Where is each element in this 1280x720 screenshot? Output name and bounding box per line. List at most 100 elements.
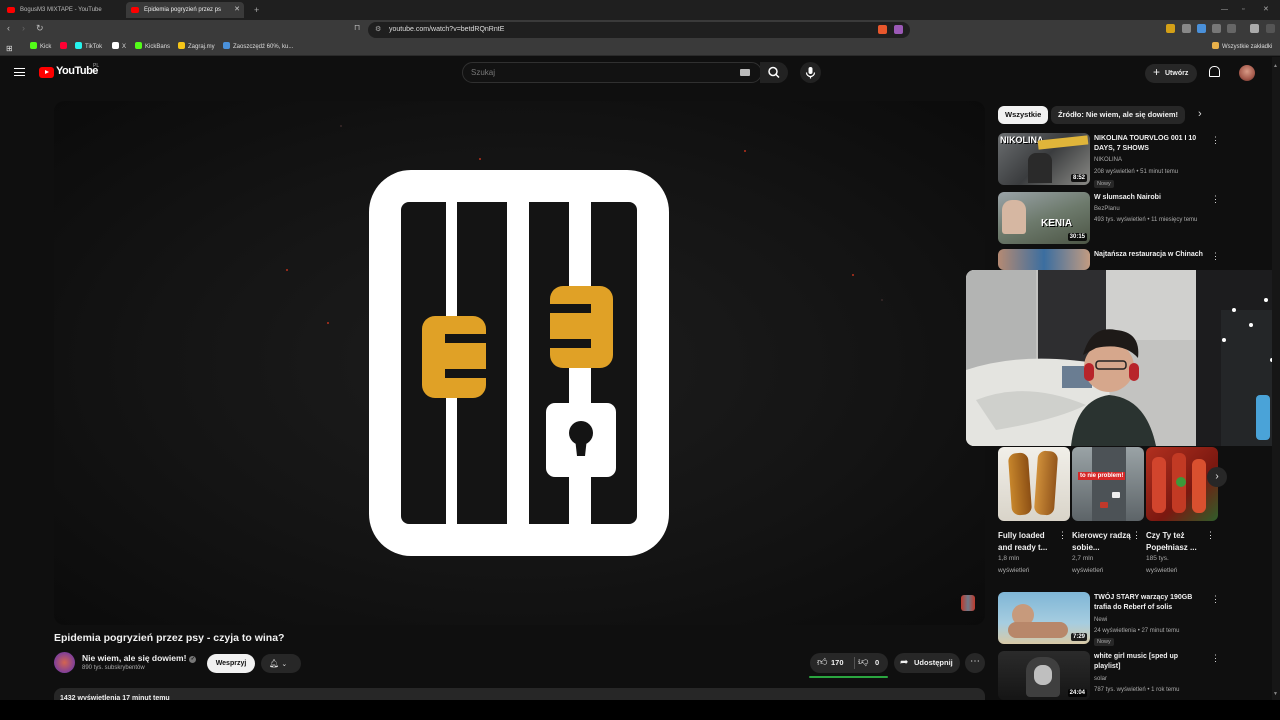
kick-icon — [30, 42, 37, 49]
extension-icon[interactable] — [1182, 24, 1191, 33]
back-icon[interactable]: ‹ — [7, 23, 10, 33]
video-thumbnail[interactable]: 7:29 — [998, 592, 1090, 644]
brave-shield-icon[interactable] — [878, 25, 887, 34]
ember-particle — [479, 158, 481, 160]
short-thumbnail[interactable] — [1146, 447, 1218, 521]
like-divider — [854, 657, 855, 669]
video-thumbnail[interactable]: 24:04 — [998, 651, 1090, 700]
like-count[interactable]: 170 — [831, 658, 844, 667]
scroll-down-icon[interactable]: ▼ — [1273, 691, 1278, 697]
extension-icon[interactable] — [1197, 24, 1206, 33]
recommended-video[interactable]: KENIA 30:15 W slumsach Nairobi BezPlanu … — [998, 192, 1220, 248]
more-options-icon[interactable]: ⋮ — [1058, 530, 1067, 541]
channel-name[interactable]: Newi — [1094, 617, 1107, 623]
new-badge: Nowy — [1094, 180, 1114, 188]
dislike-count[interactable]: 0 — [875, 658, 879, 667]
bookmark-tiktok[interactable]: TikTok — [75, 40, 102, 54]
short-card[interactable]: to nie problem! Kierowcy radzą sobie... … — [1072, 447, 1144, 574]
more-options-icon[interactable]: ⋮ — [1211, 653, 1220, 664]
more-actions-button[interactable]: ⋯ — [965, 653, 985, 673]
notifications-bell-icon[interactable] — [1209, 66, 1220, 77]
more-options-icon[interactable]: ⋮ — [1206, 530, 1215, 541]
brave-rewards-icon[interactable] — [894, 25, 903, 34]
short-views: 185 tys. wyświetleń — [1146, 553, 1177, 577]
sidebar-icon[interactable] — [1227, 24, 1236, 33]
page-scrollbar[interactable] — [1272, 57, 1280, 700]
bookmark-icon[interactable]: ⊓ — [354, 23, 360, 32]
bookmark-zagraj[interactable]: Zagraj.my — [178, 40, 215, 54]
like-dislike-group: 👍︎ 170 👍︎ 0 — [810, 653, 888, 673]
video-title: W slumsach Nairobi — [1094, 194, 1161, 201]
recommended-video[interactable]: 24:04 white girl music [sped up playlist… — [998, 651, 1220, 700]
more-options-icon[interactable]: ⋮ — [1211, 251, 1220, 262]
close-tab-icon[interactable]: ✕ — [234, 2, 240, 18]
minimize-icon[interactable]: — — [1221, 0, 1228, 20]
recommended-video[interactable]: Najtańsza restauracja w Chinach ⋮ — [998, 249, 1220, 271]
search-input[interactable]: Szukaj — [462, 62, 762, 83]
voice-search-button[interactable] — [800, 62, 821, 83]
reload-icon[interactable]: ↻ — [36, 23, 44, 34]
thumbnail-face — [1002, 200, 1026, 234]
apps-icon[interactable]: ⊞ — [6, 42, 13, 56]
ember-particle — [327, 322, 329, 324]
channel-name[interactable]: NIKOLINA — [1094, 157, 1122, 163]
channel-name[interactable]: BezPlanu — [1094, 206, 1120, 212]
bookmark-kick[interactable]: Kick — [30, 40, 51, 54]
video-thumbnail[interactable]: NIKOLINA 8:52 — [998, 133, 1090, 185]
extensions-puzzle-icon[interactable] — [1212, 24, 1221, 33]
short-thumbnail[interactable] — [998, 447, 1070, 521]
more-options-icon[interactable]: ⋮ — [1211, 135, 1220, 146]
more-options-icon[interactable]: ⋮ — [1132, 530, 1141, 541]
chip-source[interactable]: Źródło: Nie wiem, ale się dowiem! — [1051, 106, 1186, 124]
more-options-icon[interactable]: ⋮ — [1211, 594, 1220, 605]
bookmark-x[interactable]: X — [112, 40, 126, 54]
youtube-logo-icon[interactable] — [39, 67, 54, 78]
recommended-video[interactable]: NIKOLINA 8:52 NIKOLINA TOURVLOG 001 I 10… — [998, 133, 1220, 189]
close-window-icon[interactable]: ✕ — [1263, 0, 1269, 20]
browser-tab-active[interactable]: Epidemia pogryzień przez ps ✕ — [126, 2, 244, 18]
channel-name[interactable]: Nie wiem, ale się dowiem! — [82, 653, 196, 663]
extension-icon[interactable] — [1166, 24, 1175, 33]
short-card[interactable]: Czy Ty też Popełniasz ... ⋮ 185 tys. wyśw… — [1146, 447, 1218, 574]
video-player[interactable] — [54, 101, 985, 625]
all-bookmarks-folder[interactable]: Wszystkie zakładki — [1212, 40, 1272, 54]
thumbs-up-icon[interactable]: 👍︎ — [817, 656, 827, 668]
maximize-icon[interactable]: ▫ — [1242, 0, 1244, 20]
bookmark-promo[interactable]: Zaoszczędź 60%, ku... — [223, 40, 293, 54]
user-avatar[interactable] — [1239, 65, 1255, 81]
support-button[interactable]: Wesprzyj — [207, 654, 255, 673]
site-info-icon[interactable]: ⚙ — [375, 22, 381, 38]
chevron-down-icon: ⌄ — [281, 661, 288, 668]
forward-icon[interactable]: › — [22, 23, 25, 33]
hamburger-menu-icon[interactable] — [14, 68, 25, 76]
keyboard-icon[interactable] — [740, 69, 750, 76]
bookmark-youtube[interactable] — [60, 40, 70, 54]
video-thumbnail[interactable] — [998, 249, 1090, 270]
chevron-right-icon[interactable]: › — [1198, 108, 1202, 120]
ember-particle — [744, 150, 746, 152]
menu-icon[interactable] — [1266, 24, 1275, 33]
video-thumbnail[interactable]: KENIA 30:15 — [998, 192, 1090, 244]
scroll-up-icon[interactable]: ▲ — [1273, 63, 1278, 69]
channel-name[interactable]: solar — [1094, 676, 1107, 682]
thumbs-down-icon[interactable]: 👍︎ — [858, 656, 868, 668]
address-bar[interactable]: ⚙ youtube.com/watch?v=betdRQnRntE — [368, 22, 910, 38]
bookmark-kickbans[interactable]: KickBans — [135, 40, 170, 54]
short-views: 2,7 mln wyświetleń — [1072, 553, 1103, 577]
share-button[interactable]: Udostępnij — [894, 653, 960, 673]
more-options-icon[interactable]: ⋮ — [1211, 194, 1220, 205]
channel-avatar[interactable] — [54, 652, 75, 673]
browser-tab[interactable]: BogusM3 MIXTAPE - YouTube — [2, 2, 120, 18]
channel-watermark[interactable] — [961, 595, 975, 611]
recommended-video[interactable]: 7:29 TWÓJ STARY warzący 190GB trafia do … — [998, 592, 1220, 646]
create-button[interactable]: Utwórz — [1145, 63, 1197, 83]
media-icon[interactable] — [1250, 24, 1259, 33]
youtube-logo-text[interactable]: YouTube — [56, 65, 98, 77]
short-thumbnail[interactable]: to nie problem! — [1072, 447, 1144, 521]
search-button[interactable] — [760, 62, 788, 83]
shorts-next-chevron-icon[interactable]: › — [1207, 467, 1227, 487]
short-card[interactable]: Fully loaded and ready t... ⋮ 1,8 mln wyś… — [998, 447, 1070, 574]
subscription-bell-button[interactable]: 🔔︎ ⌄ — [261, 654, 301, 673]
new-tab-button[interactable]: + — [254, 0, 259, 20]
chip-all[interactable]: Wszystkie — [998, 106, 1049, 124]
